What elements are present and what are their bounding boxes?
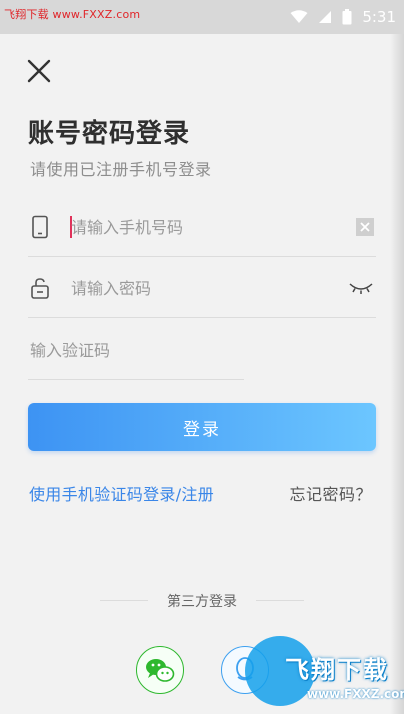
eye-closed-icon[interactable]	[348, 280, 374, 296]
battery-icon	[342, 9, 352, 25]
watermark-text: 飞翔下载 www.FXXZ.com	[4, 8, 141, 21]
status-icons: 5:31	[290, 6, 396, 28]
watermark-logo-title: 飞翔下载	[285, 656, 389, 684]
verification-code-input[interactable]	[30, 336, 280, 364]
wechat-icon	[145, 658, 174, 682]
page-subtitle: 请使用已注册手机号登录	[30, 160, 212, 179]
sms-login-link[interactable]: 使用手机验证码登录/注册	[29, 481, 214, 505]
watermark-logo: 飞翔下载 www.FXXZ.com	[245, 632, 404, 712]
wechat-login-button[interactable]	[136, 646, 184, 694]
status-time: 5:31	[362, 8, 396, 26]
watermark-logo-url: www.FXXZ.com	[307, 687, 404, 701]
edge-shadow	[390, 34, 404, 714]
forgot-password-link[interactable]: 忘记密码？	[289, 481, 372, 505]
password-field-row	[28, 260, 376, 318]
phone-field-row	[28, 199, 376, 257]
close-icon[interactable]	[26, 58, 52, 84]
signal-icon	[319, 11, 332, 23]
login-button[interactable]: 登录	[28, 403, 376, 451]
phone-icon	[32, 215, 48, 239]
clear-icon[interactable]	[356, 218, 374, 236]
wifi-icon	[290, 10, 308, 23]
page-title: 账号密码登录	[28, 119, 191, 149]
lock-icon	[31, 278, 49, 299]
password-input[interactable]	[71, 274, 321, 302]
phone-input[interactable]	[71, 213, 321, 241]
third-party-label: 第三方登录	[167, 594, 237, 610]
status-bar: 飞翔下载 www.FXXZ.com 5:31	[0, 0, 404, 34]
divider-right	[256, 600, 304, 601]
code-field-row	[28, 322, 280, 380]
